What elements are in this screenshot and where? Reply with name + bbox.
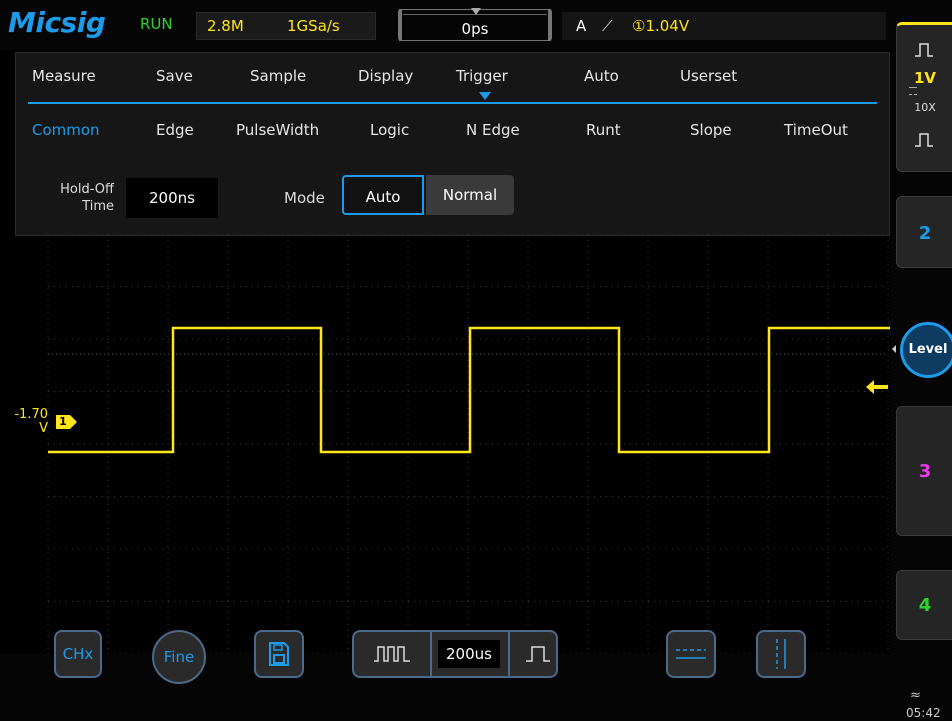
ch3-label: 3 <box>918 461 932 482</box>
mode-auto-button[interactable]: Auto <box>342 175 424 215</box>
holdoff-label-line2: Time <box>82 199 114 214</box>
ch4-label: 4 <box>918 595 932 616</box>
holdoff-time-field[interactable]: 200ns <box>126 178 218 218</box>
trigger-tab-logic[interactable]: Logic <box>370 121 409 139</box>
trigger-tab-runt[interactable]: Runt <box>586 121 621 139</box>
save-button[interactable] <box>254 630 304 678</box>
menu-tab-sample[interactable]: Sample <box>250 67 306 85</box>
ch1-trace <box>48 326 890 454</box>
holdoff-label-line1: Hold-Off <box>60 182 114 197</box>
mode-normal-button[interactable]: Normal <box>426 175 514 215</box>
ch1-button[interactable]: 1V 10X <box>896 22 952 172</box>
menu-tab-auto[interactable]: Auto <box>584 67 619 85</box>
system-clock: 05:42 <box>906 706 941 720</box>
trigger-info-box[interactable]: A ⟋ ①1.04V <box>562 12 886 40</box>
horizontal-position-box[interactable]: 0ps <box>398 8 552 41</box>
run-state-indicator[interactable]: RUN <box>140 15 173 33</box>
trigger-type-tabs: Common Edge PulseWidth Logic N Edge Runt… <box>16 117 889 147</box>
memory-depth: 2.8M <box>207 17 244 35</box>
pulse-icon <box>915 43 933 57</box>
ch1-volts-per-div: 1V <box>913 69 937 87</box>
level-caret-icon <box>892 345 896 353</box>
horizontal-position-value: 0ps <box>461 20 489 38</box>
menu-tab-userset[interactable]: Userset <box>680 67 737 85</box>
rising-edge-icon: ⟋ <box>602 17 613 35</box>
vertical-cursor-icon <box>776 639 786 669</box>
trigger-level-button[interactable]: Level <box>900 322 952 378</box>
menu-tab-save[interactable]: Save <box>156 67 193 85</box>
divider <box>508 632 510 676</box>
ch1-offset-unit: V <box>39 421 48 436</box>
sample-rate: 1GSa/s <box>287 17 340 35</box>
status-bar: Micsig RUN 2.8M 1GSa/s 0ps A ⟋ ①1.04V <box>0 0 890 50</box>
brand-logo: Micsig <box>8 6 106 39</box>
ch1-offset-value: -1.70 <box>14 407 48 422</box>
pulse-icon <box>915 133 933 147</box>
trigger-level-arrow-icon[interactable] <box>866 380 888 394</box>
dc-coupling-icon <box>909 87 917 95</box>
ch3-button[interactable]: 3 <box>896 406 952 536</box>
horizontal-cursor-icon <box>676 649 706 659</box>
trigger-position-icon <box>471 8 481 15</box>
ch1-probe-ratio: 10X <box>914 101 936 114</box>
horizontal-cursor-button[interactable] <box>666 630 716 678</box>
trigger-tab-pulsewidth[interactable]: PulseWidth <box>236 121 319 139</box>
bracket-right <box>548 9 551 41</box>
timebase-value[interactable]: 200us <box>438 640 500 668</box>
timebase-control[interactable]: 200us <box>352 630 558 678</box>
menu-tab-trigger[interactable]: Trigger <box>456 67 508 85</box>
waveform-display[interactable] <box>0 234 890 654</box>
divider <box>430 632 432 676</box>
trigger-level: ①1.04V <box>632 17 690 35</box>
acquisition-info[interactable]: 2.8M 1GSa/s <box>196 12 376 40</box>
trigger-tab-slope[interactable]: Slope <box>690 121 732 139</box>
main-menu-panel: Measure Save Sample Display Trigger Auto… <box>15 52 890 236</box>
chx-button[interactable]: CHx <box>54 630 102 678</box>
menu-tabs: Measure Save Sample Display Trigger Auto… <box>16 63 889 100</box>
wifi-icon: ≈ <box>910 688 921 703</box>
ch4-button[interactable]: 4 <box>896 570 952 640</box>
selected-tab-indicator <box>479 92 491 100</box>
trigger-tab-timeout[interactable]: TimeOut <box>784 121 848 139</box>
trigger-tab-edge[interactable]: Edge <box>156 121 194 139</box>
ch2-button[interactable]: 2 <box>896 196 952 268</box>
timebase-increase-icon[interactable] <box>526 646 550 662</box>
waveform-grid <box>47 234 890 654</box>
vertical-cursor-button[interactable] <box>756 630 806 678</box>
menu-tab-display[interactable]: Display <box>358 67 413 85</box>
trigger-tab-common[interactable]: Common <box>32 121 100 139</box>
ch2-label: 2 <box>918 223 932 244</box>
trigger-source: A <box>576 17 587 35</box>
ch1-offset-marker[interactable]: 1 <box>56 415 77 429</box>
save-icon <box>269 642 289 666</box>
menu-tab-measure[interactable]: Measure <box>32 67 96 85</box>
menu-divider <box>28 102 877 104</box>
fine-button[interactable]: Fine <box>152 630 206 684</box>
trigger-tab-n-edge[interactable]: N Edge <box>466 121 520 139</box>
ch1-offset-label: -1.70 V <box>0 408 48 436</box>
mode-label: Mode <box>284 189 325 207</box>
holdoff-label: Hold-Off Time <box>40 181 114 215</box>
timebase-decrease-icon[interactable] <box>374 646 410 662</box>
